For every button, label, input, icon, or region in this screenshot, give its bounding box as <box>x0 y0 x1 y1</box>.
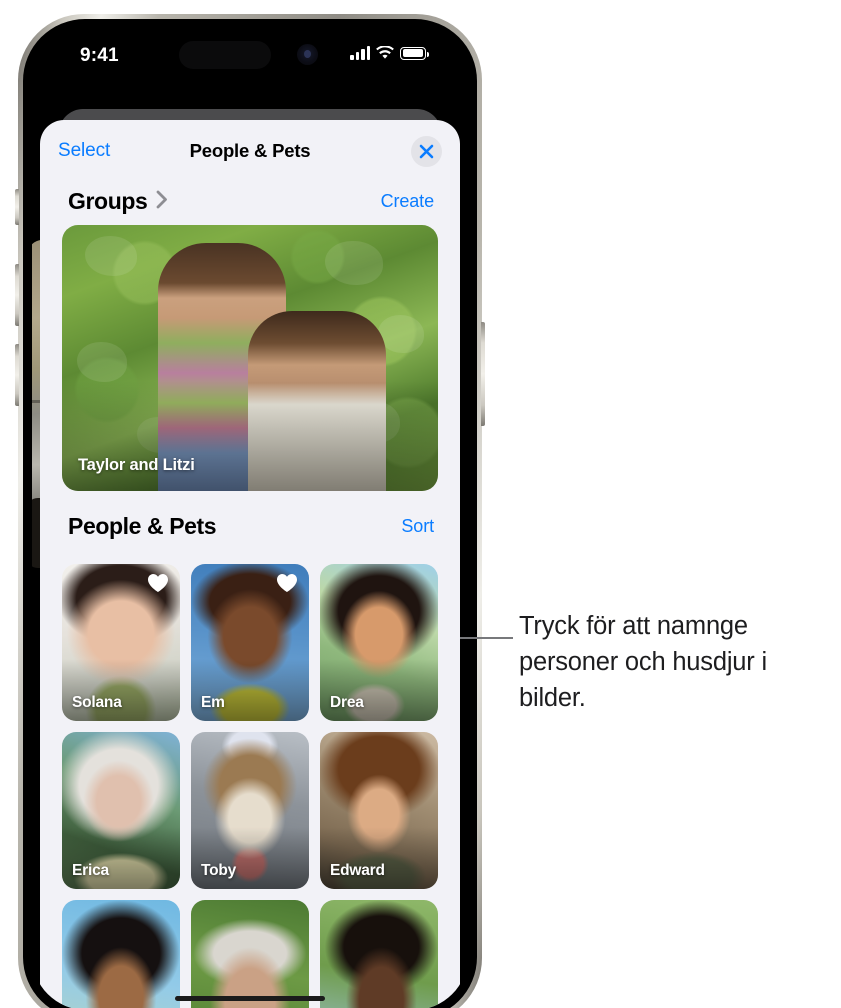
iphone-device-frame: 9:41 Select People & Pets Groups Create … <box>15 14 485 1008</box>
person-tile-photo <box>62 900 180 1008</box>
action-button[interactable] <box>15 189 19 225</box>
sheet-scroll-area[interactable]: Select People & Pets Groups Create Taylo… <box>40 120 460 1008</box>
heart-filled-icon <box>276 573 298 598</box>
close-button[interactable] <box>411 136 442 167</box>
status-time: 9:41 <box>80 45 119 66</box>
person-tile-7[interactable] <box>62 900 180 1008</box>
people-section-header: People & Pets Sort <box>40 491 460 544</box>
battery-full-icon <box>400 46 429 60</box>
person-tile-name: Solana <box>72 694 122 711</box>
select-button[interactable]: Select <box>58 140 110 162</box>
person-tile-toby[interactable]: Toby <box>191 732 309 889</box>
volume-down-button[interactable] <box>15 344 19 406</box>
front-camera-icon <box>297 44 318 65</box>
volume-up-button[interactable] <box>15 264 19 326</box>
person-tile-8[interactable] <box>191 900 309 1008</box>
groups-title: Groups <box>68 188 148 214</box>
create-group-button[interactable]: Create <box>381 191 435 212</box>
power-button[interactable] <box>481 322 485 426</box>
group-card-label: Taylor and Litzi <box>78 456 195 474</box>
device-screen: 9:41 Select People & Pets Groups Create … <box>32 28 468 1008</box>
person-tile-photo <box>320 900 438 1008</box>
sort-button[interactable]: Sort <box>401 516 434 537</box>
person-tile-name: Em <box>201 694 225 711</box>
wifi-icon <box>376 45 394 60</box>
cellular-bars-icon <box>350 46 370 60</box>
groups-section-header: Groups Create <box>40 182 460 225</box>
people-grid-wrapper: Solana Em Drea Erica Toby Edward <box>40 544 460 1008</box>
person-tile-name: Edward <box>330 862 385 879</box>
person-tile-9[interactable] <box>320 900 438 1008</box>
callout-text: Tryck för att namnge personer och husdju… <box>519 612 767 712</box>
person-tile-name: Drea <box>330 694 364 711</box>
home-indicator[interactable] <box>175 996 325 1001</box>
device-bezel: 9:41 Select People & Pets Groups Create … <box>23 19 477 1008</box>
person-tile-name: Toby <box>201 862 237 879</box>
sheet-nav-bar: Select People & Pets <box>40 120 460 182</box>
people-section-title: People & Pets <box>68 513 217 539</box>
heart-filled-icon <box>147 573 169 598</box>
person-tile-solana[interactable]: Solana <box>62 564 180 721</box>
chevron-right-icon <box>156 190 168 214</box>
screenshot-root: 9:41 Select People & Pets Groups Create … <box>0 0 841 1008</box>
status-indicators <box>350 45 429 60</box>
person-tile-name: Erica <box>72 862 109 879</box>
person-tile-drea[interactable]: Drea <box>320 564 438 721</box>
people-and-pets-sheet: Select People & Pets Groups Create Taylo… <box>40 120 460 1008</box>
groups-title-button[interactable]: Groups <box>68 188 168 215</box>
close-x-icon <box>419 144 434 159</box>
people-grid: Solana Em Drea Erica Toby Edward <box>62 564 438 1008</box>
dynamic-island <box>179 41 271 69</box>
person-tile-erica[interactable]: Erica <box>62 732 180 889</box>
group-card-taylor-and-litzi[interactable]: Taylor and Litzi <box>62 225 438 491</box>
status-bar: 9:41 <box>32 28 468 86</box>
person-tile-photo <box>191 900 309 1008</box>
person-tile-em[interactable]: Em <box>191 564 309 721</box>
person-tile-edward[interactable]: Edward <box>320 732 438 889</box>
people-title-wrap: People & Pets <box>68 513 217 540</box>
